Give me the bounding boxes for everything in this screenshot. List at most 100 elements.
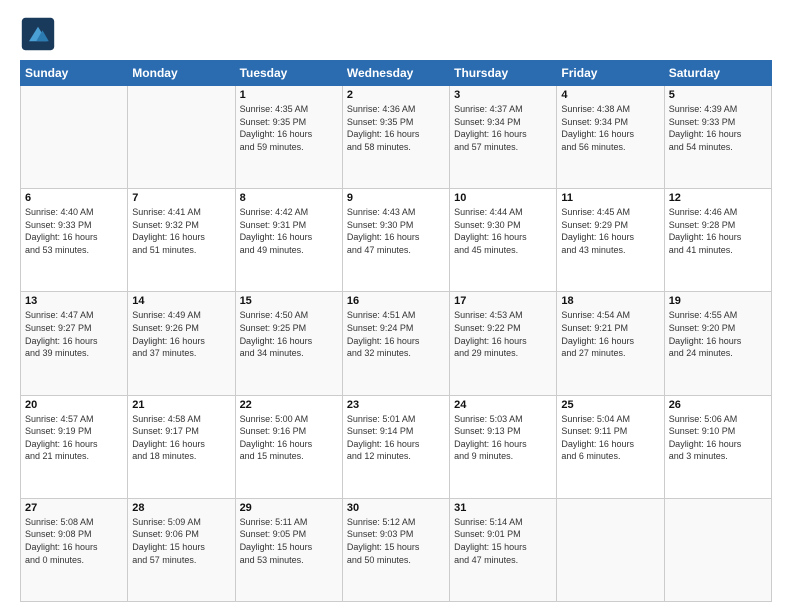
day-number: 25 — [561, 399, 659, 411]
day-info: Sunrise: 4:58 AM Sunset: 9:17 PM Dayligh… — [132, 413, 230, 463]
day-number: 9 — [347, 192, 445, 204]
day-number: 29 — [240, 502, 338, 514]
day-info: Sunrise: 4:42 AM Sunset: 9:31 PM Dayligh… — [240, 206, 338, 256]
calendar-cell: 2Sunrise: 4:36 AM Sunset: 9:35 PM Daylig… — [342, 86, 449, 189]
calendar-cell — [128, 86, 235, 189]
day-info: Sunrise: 4:49 AM Sunset: 9:26 PM Dayligh… — [132, 309, 230, 359]
week-row-5: 27 Sunrise: 5:08 AM Sunset: 9:08 PM Dayli… — [21, 498, 772, 601]
day-number: 20 — [25, 399, 123, 411]
logo — [20, 16, 60, 52]
day-info: Sunrise: 4:37 AM Sunset: 9:34 PM Dayligh… — [454, 103, 552, 153]
day-number: 11 — [561, 192, 659, 204]
day-header-monday: Monday — [128, 61, 235, 86]
calendar-table: SundayMondayTuesdayWednesdayThursdayFrid… — [20, 60, 772, 602]
calendar-cell: 7 Sunrise: 4:41 AM Sunset: 9:32 PM Daylig… — [128, 189, 235, 292]
calendar-cell — [21, 86, 128, 189]
calendar-cell: 31 Sunrise: 5:14 AM Sunset: 9:01 PM Dayli… — [450, 498, 557, 601]
day-number: 26 — [669, 399, 767, 411]
day-info: Sunrise: 4:46 AM Sunset: 9:28 PM Dayligh… — [669, 206, 767, 256]
day-info: Sunrise: 4:47 AM Sunset: 9:27 PM Dayligh… — [25, 309, 123, 359]
day-number: 16 — [347, 295, 445, 307]
day-number: 22 — [240, 399, 338, 411]
header — [20, 16, 772, 52]
calendar-cell: 17 Sunrise: 4:53 AM Sunset: 9:22 PM Dayli… — [450, 292, 557, 395]
week-row-2: 6 Sunrise: 4:40 AM Sunset: 9:33 PM Daylig… — [21, 189, 772, 292]
calendar-cell: 15Sunrise: 4:50 AM Sunset: 9:25 PM Dayli… — [235, 292, 342, 395]
calendar-cell: 19Sunrise: 4:55 AM Sunset: 9:20 PM Dayli… — [664, 292, 771, 395]
calendar-cell: 20 Sunrise: 4:57 AM Sunset: 9:19 PM Dayli… — [21, 395, 128, 498]
calendar-cell: 14 Sunrise: 4:49 AM Sunset: 9:26 PM Dayli… — [128, 292, 235, 395]
calendar-cell: 25Sunrise: 5:04 AM Sunset: 9:11 PM Dayli… — [557, 395, 664, 498]
day-number: 13 — [25, 295, 123, 307]
calendar-cell: 28 Sunrise: 5:09 AM Sunset: 9:06 PM Dayli… — [128, 498, 235, 601]
calendar-cell: 24 Sunrise: 5:03 AM Sunset: 9:13 PM Dayli… — [450, 395, 557, 498]
day-number: 31 — [454, 502, 552, 514]
day-info: Sunrise: 4:38 AM Sunset: 9:34 PM Dayligh… — [561, 103, 659, 153]
day-header-sunday: Sunday — [21, 61, 128, 86]
day-number: 28 — [132, 502, 230, 514]
day-number: 4 — [561, 89, 659, 101]
calendar-cell: 9 Sunrise: 4:43 AM Sunset: 9:30 PM Daylig… — [342, 189, 449, 292]
logo-icon — [20, 16, 56, 52]
day-number: 24 — [454, 399, 552, 411]
day-number: 7 — [132, 192, 230, 204]
day-header-thursday: Thursday — [450, 61, 557, 86]
calendar-cell: 22 Sunrise: 5:00 AM Sunset: 9:16 PM Dayli… — [235, 395, 342, 498]
day-header-saturday: Saturday — [664, 61, 771, 86]
calendar-cell: 27 Sunrise: 5:08 AM Sunset: 9:08 PM Dayli… — [21, 498, 128, 601]
day-number: 10 — [454, 192, 552, 204]
day-info: Sunrise: 4:43 AM Sunset: 9:30 PM Dayligh… — [347, 206, 445, 256]
day-info: Sunrise: 4:53 AM Sunset: 9:22 PM Dayligh… — [454, 309, 552, 359]
day-info: Sunrise: 5:00 AM Sunset: 9:16 PM Dayligh… — [240, 413, 338, 463]
calendar-cell: 30Sunrise: 5:12 AM Sunset: 9:03 PM Dayli… — [342, 498, 449, 601]
calendar-cell: 16 Sunrise: 4:51 AM Sunset: 9:24 PM Dayli… — [342, 292, 449, 395]
day-number: 6 — [25, 192, 123, 204]
week-row-4: 20 Sunrise: 4:57 AM Sunset: 9:19 PM Dayli… — [21, 395, 772, 498]
day-number: 3 — [454, 89, 552, 101]
day-info: Sunrise: 4:45 AM Sunset: 9:29 PM Dayligh… — [561, 206, 659, 256]
calendar-cell: 4 Sunrise: 4:38 AM Sunset: 9:34 PM Daylig… — [557, 86, 664, 189]
calendar-cell: 21 Sunrise: 4:58 AM Sunset: 9:17 PM Dayli… — [128, 395, 235, 498]
calendar-cell — [557, 498, 664, 601]
day-info: Sunrise: 4:54 AM Sunset: 9:21 PM Dayligh… — [561, 309, 659, 359]
calendar-cell: 29 Sunrise: 5:11 AM Sunset: 9:05 PM Dayli… — [235, 498, 342, 601]
day-number: 2 — [347, 89, 445, 101]
calendar-cell: 3 Sunrise: 4:37 AM Sunset: 9:34 PM Daylig… — [450, 86, 557, 189]
day-info: Sunrise: 5:14 AM Sunset: 9:01 PM Dayligh… — [454, 516, 552, 566]
week-row-1: 1Sunrise: 4:35 AM Sunset: 9:35 PM Daylig… — [21, 86, 772, 189]
day-info: Sunrise: 5:08 AM Sunset: 9:08 PM Dayligh… — [25, 516, 123, 566]
week-row-3: 13 Sunrise: 4:47 AM Sunset: 9:27 PM Dayli… — [21, 292, 772, 395]
calendar-cell: 18 Sunrise: 4:54 AM Sunset: 9:21 PM Dayli… — [557, 292, 664, 395]
day-info: Sunrise: 4:51 AM Sunset: 9:24 PM Dayligh… — [347, 309, 445, 359]
day-info: Sunrise: 5:06 AM Sunset: 9:10 PM Dayligh… — [669, 413, 767, 463]
day-number: 1 — [240, 89, 338, 101]
day-number: 27 — [25, 502, 123, 514]
day-number: 15 — [240, 295, 338, 307]
day-number: 12 — [669, 192, 767, 204]
day-info: Sunrise: 4:57 AM Sunset: 9:19 PM Dayligh… — [25, 413, 123, 463]
day-header-tuesday: Tuesday — [235, 61, 342, 86]
day-number: 8 — [240, 192, 338, 204]
calendar-cell: 1Sunrise: 4:35 AM Sunset: 9:35 PM Daylig… — [235, 86, 342, 189]
day-info: Sunrise: 5:01 AM Sunset: 9:14 PM Dayligh… — [347, 413, 445, 463]
day-number: 21 — [132, 399, 230, 411]
calendar-cell: 23 Sunrise: 5:01 AM Sunset: 9:14 PM Dayli… — [342, 395, 449, 498]
calendar-cell: 11 Sunrise: 4:45 AM Sunset: 9:29 PM Dayli… — [557, 189, 664, 292]
day-number: 18 — [561, 295, 659, 307]
day-number: 23 — [347, 399, 445, 411]
day-number: 14 — [132, 295, 230, 307]
day-info: Sunrise: 4:40 AM Sunset: 9:33 PM Dayligh… — [25, 206, 123, 256]
calendar-cell: 10Sunrise: 4:44 AM Sunset: 9:30 PM Dayli… — [450, 189, 557, 292]
day-header-friday: Friday — [557, 61, 664, 86]
day-header-wednesday: Wednesday — [342, 61, 449, 86]
calendar-cell: 5Sunrise: 4:39 AM Sunset: 9:33 PM Daylig… — [664, 86, 771, 189]
day-info: Sunrise: 5:11 AM Sunset: 9:05 PM Dayligh… — [240, 516, 338, 566]
day-number: 19 — [669, 295, 767, 307]
day-info: Sunrise: 5:09 AM Sunset: 9:06 PM Dayligh… — [132, 516, 230, 566]
day-number: 17 — [454, 295, 552, 307]
day-info: Sunrise: 4:41 AM Sunset: 9:32 PM Dayligh… — [132, 206, 230, 256]
calendar-cell — [664, 498, 771, 601]
day-info: Sunrise: 5:03 AM Sunset: 9:13 PM Dayligh… — [454, 413, 552, 463]
day-number: 5 — [669, 89, 767, 101]
day-info: Sunrise: 5:12 AM Sunset: 9:03 PM Dayligh… — [347, 516, 445, 566]
